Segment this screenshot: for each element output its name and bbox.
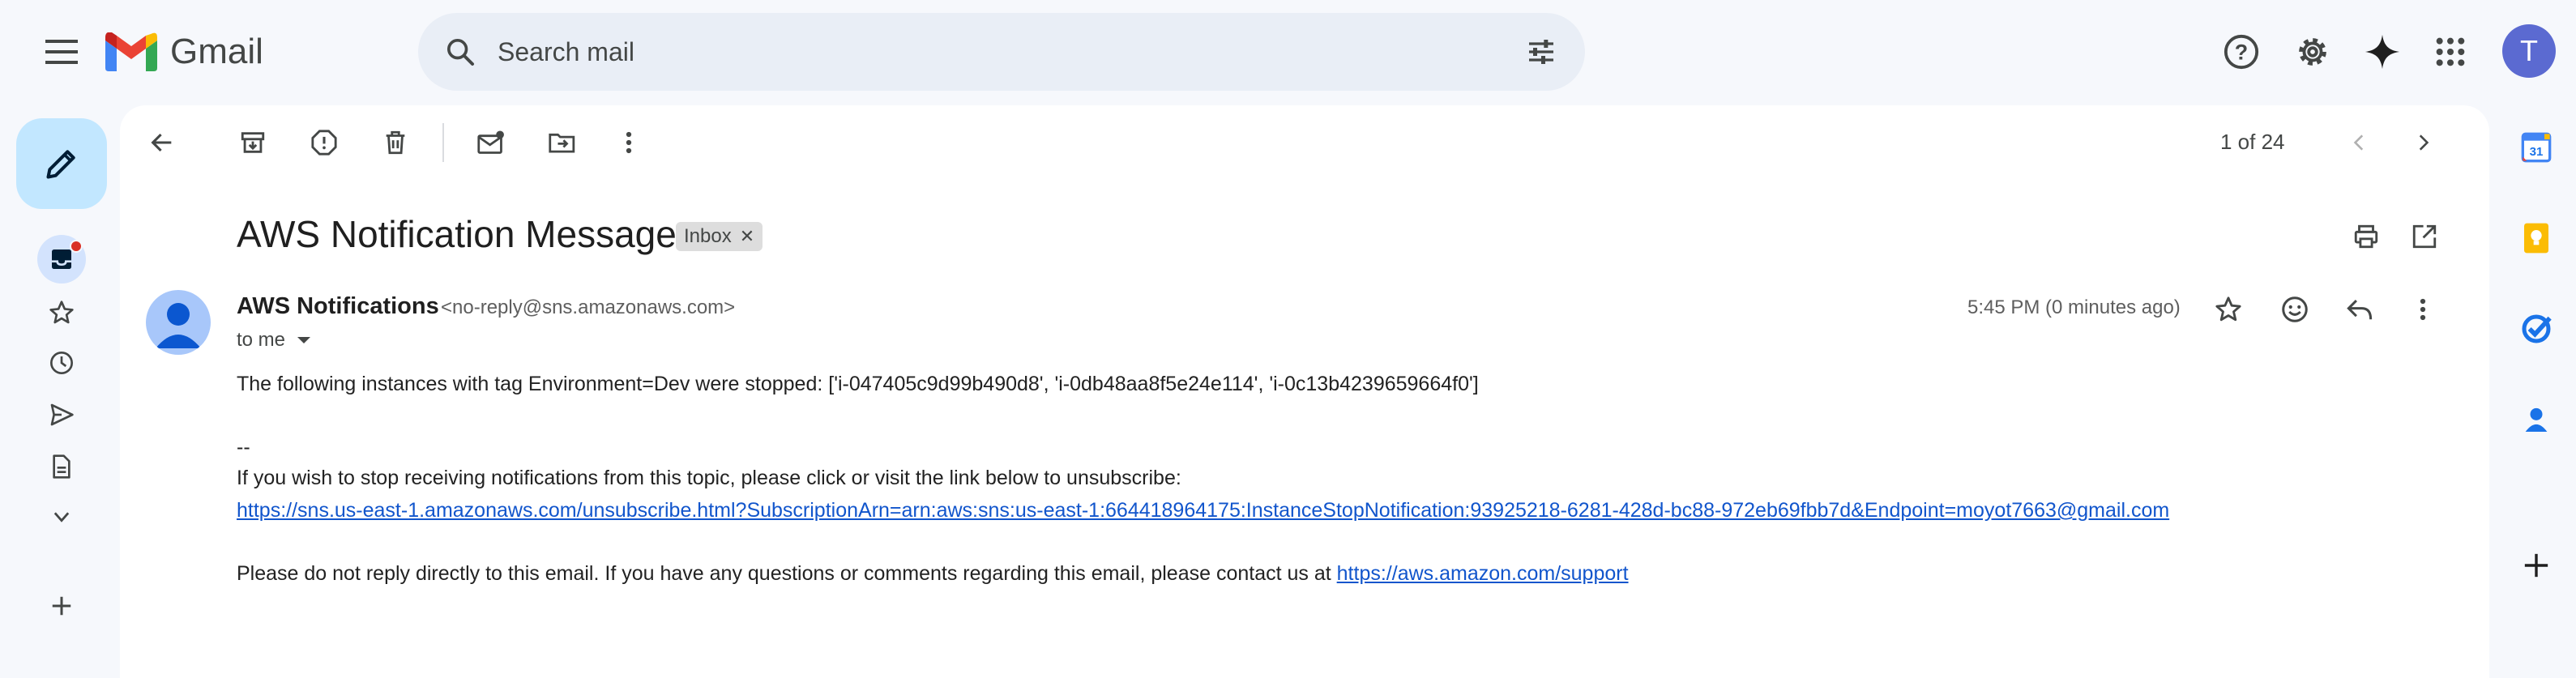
- sender-avatar[interactable]: [146, 290, 211, 355]
- message-subject: AWS Notification Message: [237, 213, 677, 255]
- keep-icon[interactable]: [2518, 220, 2554, 256]
- svg-text:?: ?: [2235, 41, 2248, 65]
- recipient-label: to me: [237, 329, 286, 351]
- more-vert-icon[interactable]: [608, 122, 650, 164]
- calendar-icon[interactable]: 31: [2518, 130, 2554, 165]
- sender-name[interactable]: AWS Notifications: [237, 293, 439, 320]
- unread-badge: [70, 240, 83, 253]
- archive-icon[interactable]: [232, 122, 274, 164]
- avatar-letter: T: [2520, 34, 2538, 67]
- snoozed-icon[interactable]: [37, 339, 86, 387]
- gemini-icon[interactable]: [2363, 32, 2402, 71]
- body-instances-line: The following instances with tag Environ…: [237, 373, 1479, 395]
- print-icon[interactable]: [2345, 215, 2387, 258]
- message-time: 5:45 PM (0 minutes ago): [1967, 296, 2181, 318]
- gmail-logo[interactable]: Gmail: [105, 28, 263, 76]
- main-menu-button[interactable]: [32, 28, 91, 76]
- search-input[interactable]: [498, 28, 1470, 76]
- label-name: Inbox: [684, 225, 732, 247]
- starred-icon[interactable]: [37, 288, 86, 337]
- message-more-icon[interactable]: [2402, 288, 2444, 330]
- emoji-reaction-icon[interactable]: [2274, 288, 2316, 330]
- toolbar-divider: [442, 123, 444, 162]
- app-name: Gmail: [170, 32, 263, 71]
- star-icon[interactable]: [2207, 288, 2249, 330]
- newer-chevron-icon[interactable]: [2339, 122, 2381, 164]
- help-icon[interactable]: ?: [2222, 32, 2261, 71]
- inbox-label-chip[interactable]: Inbox ✕: [676, 222, 763, 251]
- support-link[interactable]: https://aws.amazon.com/support: [1337, 562, 1629, 585]
- search-options-icon[interactable]: [1522, 32, 1561, 71]
- report-spam-icon[interactable]: [303, 122, 345, 164]
- drafts-icon[interactable]: [37, 442, 86, 491]
- contacts-icon[interactable]: [2518, 402, 2554, 437]
- pager-count: 1 of 24: [2220, 130, 2285, 154]
- tasks-icon[interactable]: [2518, 311, 2554, 347]
- gmail-m-icon: [105, 32, 157, 71]
- back-icon[interactable]: [141, 122, 183, 164]
- recipient-details-toggle[interactable]: to me: [237, 329, 311, 352]
- unsubscribe-link[interactable]: https://sns.us-east-1.amazonaws.com/unsu…: [237, 499, 2169, 522]
- calendar-day: 31: [2530, 145, 2544, 159]
- body-unsubscribe-text: If you wish to stop receiving notificati…: [237, 467, 1181, 489]
- older-chevron-icon[interactable]: [2402, 122, 2444, 164]
- remove-label-icon[interactable]: ✕: [740, 226, 754, 247]
- apps-icon[interactable]: [2431, 32, 2470, 71]
- sent-icon[interactable]: [37, 390, 86, 439]
- account-avatar[interactable]: T: [2502, 24, 2556, 78]
- open-new-window-icon[interactable]: [2403, 215, 2446, 258]
- caret-down-icon: [297, 337, 311, 343]
- settings-icon[interactable]: [2293, 32, 2332, 71]
- search-bar[interactable]: [418, 13, 1585, 91]
- more-icon[interactable]: [37, 493, 86, 541]
- hamburger-menu-icon: [45, 40, 78, 64]
- inbox-icon[interactable]: [37, 235, 86, 284]
- reply-icon[interactable]: [2339, 288, 2381, 330]
- body-contact-text: Please do not reply directly to this ema…: [237, 562, 1337, 585]
- body-contact-line: Please do not reply directly to this ema…: [237, 562, 1629, 586]
- sender-email: <no-reply@sns.amazonaws.com>: [441, 296, 736, 318]
- move-to-icon[interactable]: [541, 122, 583, 164]
- search-icon[interactable]: [441, 32, 480, 71]
- body-unsubscribe-line: https://sns.us-east-1.amazonaws.com/unsu…: [237, 499, 2169, 522]
- delete-icon[interactable]: [374, 122, 417, 164]
- add-addon-icon[interactable]: [2518, 548, 2554, 583]
- pencil-icon: [46, 150, 75, 179]
- create-label-icon[interactable]: [37, 582, 86, 630]
- body-separator: --: [237, 436, 250, 458]
- compose-button[interactable]: [16, 118, 107, 209]
- mark-unread-icon[interactable]: [470, 122, 512, 164]
